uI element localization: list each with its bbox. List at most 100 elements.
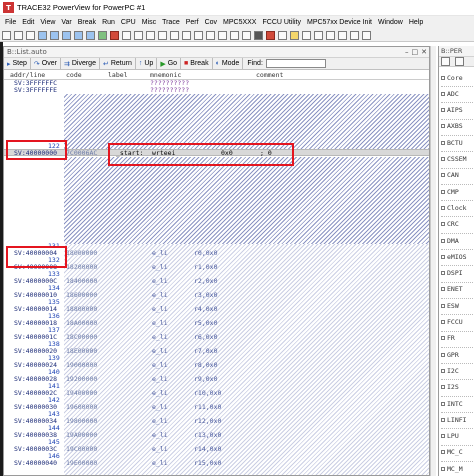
- watch-icon[interactable]: [158, 30, 167, 40]
- list-icon[interactable]: [122, 30, 131, 40]
- cmm-icon[interactable]: [314, 30, 323, 40]
- diverge-button[interactable]: ⇉ Diverge: [61, 58, 100, 69]
- col-mnemonic[interactable]: mnemonic: [150, 71, 181, 79]
- peripheral-item[interactable]: CMP: [441, 183, 474, 202]
- peripheral-item[interactable]: ENET: [441, 281, 474, 299]
- step-icon[interactable]: [38, 30, 47, 40]
- expand-box-icon[interactable]: [441, 189, 445, 194]
- menu-help[interactable]: Help: [406, 19, 426, 26]
- var-icon[interactable]: [170, 30, 179, 40]
- peripheral-item[interactable]: Clock: [441, 199, 474, 218]
- expand-box-icon[interactable]: [441, 205, 445, 210]
- return-icon[interactable]: [74, 30, 83, 40]
- expand-box-icon[interactable]: [441, 417, 445, 422]
- break-icon[interactable]: [110, 30, 119, 40]
- menu-trace[interactable]: Trace: [159, 19, 183, 26]
- expand-box-icon[interactable]: [441, 450, 445, 455]
- col-code[interactable]: code: [66, 71, 82, 79]
- expand-box-icon[interactable]: [441, 75, 445, 80]
- perf-icon[interactable]: [242, 30, 251, 40]
- over-button[interactable]: ↷ Over: [31, 58, 61, 69]
- info-icon[interactable]: [302, 30, 311, 40]
- menu-mpc5xxx[interactable]: MPC5XXX: [220, 19, 259, 26]
- peripheral-item[interactable]: FCCU: [441, 314, 474, 332]
- col-addr-line[interactable]: addr/line: [10, 71, 45, 79]
- expand-box-icon[interactable]: [441, 173, 445, 178]
- open-icon[interactable]: [2, 30, 11, 40]
- step-button[interactable]: ▸ Step: [4, 58, 31, 69]
- menu-break[interactable]: Break: [75, 19, 99, 26]
- register-icon[interactable]: [134, 30, 143, 40]
- menu-cov[interactable]: Cov: [202, 19, 220, 26]
- break-button[interactable]: ■ Break: [181, 58, 213, 69]
- menu-cpu[interactable]: CPU: [118, 19, 139, 26]
- peripheral-item[interactable]: DSPI: [441, 265, 474, 283]
- close-icon[interactable]: ✕: [421, 48, 427, 56]
- step-over-icon[interactable]: [50, 30, 59, 40]
- trace-list-icon[interactable]: [230, 30, 239, 40]
- expand-box-icon[interactable]: [441, 254, 445, 259]
- expand-box-icon[interactable]: [441, 336, 445, 341]
- peripheral-item[interactable]: AIPS: [441, 102, 474, 120]
- expand-box-icon[interactable]: [441, 303, 445, 308]
- peripheral-item[interactable]: ESW: [441, 297, 474, 316]
- peripheral-item[interactable]: LPU: [441, 428, 474, 446]
- expand-box-icon[interactable]: [441, 222, 445, 227]
- help-icon[interactable]: [326, 30, 335, 40]
- minimize-icon[interactable]: –: [405, 48, 409, 56]
- go-button[interactable]: ▶ Go: [157, 58, 182, 69]
- menu-misc[interactable]: Misc: [139, 19, 159, 26]
- expand-box-icon[interactable]: [441, 91, 445, 96]
- expand-box-icon[interactable]: [441, 368, 445, 373]
- find-input[interactable]: [265, 59, 326, 68]
- list-body[interactable]: SV:3FFFFFFC ?????????? SV:3FFFFFFE ?????…: [4, 80, 429, 475]
- peripheral-item[interactable]: MC_C: [441, 444, 474, 462]
- peripheral-item[interactable]: GPR: [441, 346, 474, 365]
- peripheral-item[interactable]: CRC: [441, 216, 474, 234]
- menu-edit[interactable]: Edit: [19, 19, 37, 26]
- trace-icon[interactable]: [218, 30, 227, 40]
- peripheral-item[interactable]: AXBS: [441, 118, 474, 136]
- frame-icon[interactable]: [182, 30, 191, 40]
- save-icon[interactable]: [14, 30, 23, 40]
- stop-icon[interactable]: [266, 30, 275, 40]
- lsp-icon[interactable]: [350, 30, 359, 40]
- expand-box-icon[interactable]: [441, 124, 445, 129]
- peripheral-item[interactable]: MC_M: [441, 460, 474, 476]
- peripheral-item[interactable]: FR: [441, 330, 474, 348]
- expand-box-icon[interactable]: [441, 287, 445, 292]
- print-icon[interactable]: [26, 30, 35, 40]
- flash-icon[interactable]: [254, 30, 263, 40]
- expand-box-icon[interactable]: [441, 140, 445, 145]
- expand-box-icon[interactable]: [441, 401, 445, 406]
- diverge-icon[interactable]: [62, 30, 71, 40]
- expand-box-icon[interactable]: [441, 271, 445, 276]
- expand-box-icon[interactable]: [441, 320, 445, 324]
- per-view-icon[interactable]: [441, 57, 450, 66]
- list-vertical-scrollbar[interactable]: [430, 46, 436, 476]
- menu-window[interactable]: Window: [375, 19, 406, 26]
- col-comment[interactable]: comment: [256, 71, 283, 79]
- warning-icon[interactable]: [290, 30, 299, 40]
- expand-box-icon[interactable]: [441, 157, 445, 161]
- peripheral-item[interactable]: I2S: [441, 379, 474, 397]
- mode-button[interactable]: ◐ Mode: [213, 58, 244, 69]
- menu-perf[interactable]: Perf: [183, 19, 202, 26]
- maximize-icon[interactable]: □: [412, 48, 419, 56]
- menu-file[interactable]: File: [2, 19, 19, 26]
- menu-view[interactable]: View: [37, 19, 58, 26]
- menu-run[interactable]: Run: [99, 19, 118, 26]
- per-tree-icon[interactable]: [455, 57, 464, 66]
- peripheral-item[interactable]: I2C: [441, 362, 474, 381]
- breakpoint-list-icon[interactable]: [194, 30, 203, 40]
- expand-box-icon[interactable]: [441, 466, 445, 471]
- bp-icon[interactable]: [362, 30, 371, 40]
- peripheral-item[interactable]: CAN: [441, 167, 474, 185]
- return-button[interactable]: ↵ Return: [100, 58, 136, 69]
- up-icon[interactable]: [86, 30, 95, 40]
- peripheral-item[interactable]: Core: [441, 69, 474, 87]
- peripheral-item[interactable]: INTC: [441, 395, 474, 413]
- peripheral-item[interactable]: DMA: [441, 232, 474, 250]
- expand-box-icon[interactable]: [441, 238, 445, 243]
- expand-box-icon[interactable]: [441, 108, 445, 113]
